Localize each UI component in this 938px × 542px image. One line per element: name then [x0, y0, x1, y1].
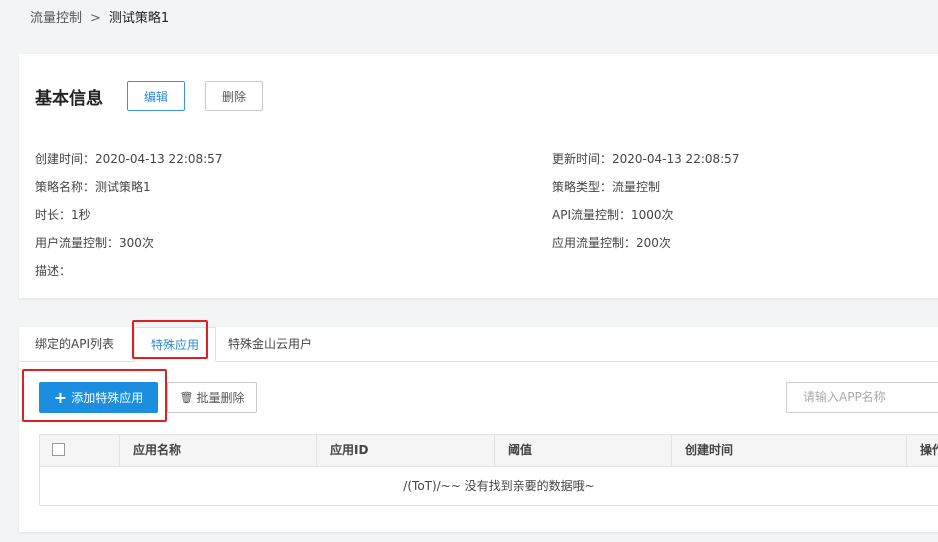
tab-special-ksyun-users[interactable]: 特殊金山云用户 — [212, 327, 328, 361]
app-name-search-input[interactable]: 请输入APP名称 — [786, 382, 938, 413]
column-divider — [119, 435, 120, 466]
duration: 时长：1秒 — [35, 208, 91, 222]
breadcrumb-current: 测试策略1 — [108, 11, 170, 26]
special-app-table: 应用名称 应用ID 阈值 创建时间 操作 /(ToT)/~~ 没有找到亲要的数据… — [39, 434, 938, 506]
column-divider — [906, 435, 907, 466]
add-special-app-button[interactable]: + 添加特殊应用 — [39, 382, 158, 413]
column-threshold: 阈值 — [508, 443, 533, 457]
tab-bar: 绑定的API列表 特殊应用 特殊金山云用户 — [19, 327, 938, 362]
column-actions: 操作 — [920, 443, 938, 457]
policy-name: 策略名称：测试策略1 — [35, 180, 151, 194]
breadcrumb-parent[interactable]: 流量控制 — [30, 11, 82, 26]
batch-delete-button[interactable]: 🗑 批量删除 — [167, 382, 257, 413]
empty-state-text: /(ToT)/~~ 没有找到亲要的数据哦~ — [403, 479, 595, 493]
column-app-name: 应用名称 — [133, 443, 182, 457]
special-app-card: 绑定的API列表 特殊应用 特殊金山云用户 + 添加特殊应用 🗑 批量删除 请输… — [19, 327, 938, 532]
column-app-id: 应用ID — [330, 443, 369, 457]
tab-special-apps[interactable]: 特殊应用 — [134, 327, 217, 362]
table-header: 应用名称 应用ID 阈值 创建时间 操作 — [40, 435, 938, 467]
api-flow-limit: API流量控制：1000次 — [552, 208, 674, 222]
column-divider — [494, 435, 495, 466]
select-all-checkbox[interactable] — [52, 443, 65, 456]
batch-delete-label: 批量删除 — [196, 391, 245, 405]
column-created-time: 创建时间 — [685, 443, 734, 457]
tab-bound-api-list[interactable]: 绑定的API列表 — [19, 327, 130, 361]
plus-icon: + — [53, 387, 68, 407]
app-flow-limit: 应用流量控制：200次 — [552, 236, 671, 250]
basic-info-card: 基本信息 编辑 删除 创建时间：2020-04-13 22:08:57 更新时间… — [19, 54, 938, 298]
user-flow-limit: 用户流量控制：300次 — [35, 236, 154, 250]
add-special-app-label: 添加特殊应用 — [71, 391, 144, 405]
edit-button[interactable]: 编辑 — [127, 81, 185, 111]
policy-type: 策略类型：流量控制 — [552, 180, 661, 194]
created-time: 创建时间：2020-04-13 22:08:57 — [35, 152, 223, 166]
breadcrumb: 流量控制 > 测试策略1 — [30, 7, 169, 26]
trash-icon: 🗑 — [179, 391, 194, 404]
breadcrumb-separator: > — [90, 11, 101, 26]
description: 描述： — [35, 264, 72, 278]
column-divider — [671, 435, 672, 466]
column-divider — [316, 435, 317, 466]
updated-time: 更新时间：2020-04-13 22:08:57 — [552, 152, 740, 166]
section-title: 基本信息 — [35, 89, 103, 109]
delete-button[interactable]: 删除 — [205, 81, 263, 111]
